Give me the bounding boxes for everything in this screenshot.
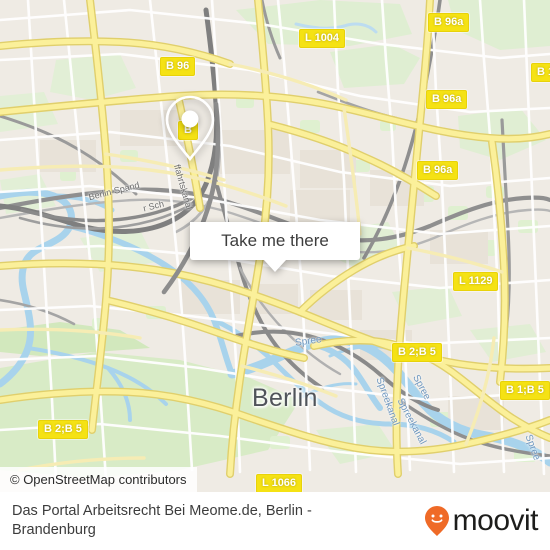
road-shield: L 1066 xyxy=(256,474,303,492)
map-canvas[interactable]: Berlin Spree Spree Spree Spreekanal Spre… xyxy=(0,0,550,492)
map-attribution[interactable]: © OpenStreetMap contributors xyxy=(0,467,197,492)
road-shield: B 96a xyxy=(426,90,468,109)
moovit-wordmark: moovit xyxy=(452,504,539,537)
road-shield: B 1 xyxy=(531,63,550,82)
page-title: Das Portal Arbeitsrecht Bei Meome.de, Be… xyxy=(12,503,312,538)
moovit-pin-smile-icon xyxy=(424,506,449,536)
map-city-label: Berlin xyxy=(252,384,318,412)
moovit-map-screenshot: Berlin Spree Spree Spree Spreekanal Spre… xyxy=(0,0,550,550)
moovit-logo[interactable]: moovit xyxy=(424,504,539,537)
popup-card-header xyxy=(165,95,360,222)
attribution-text: © OpenStreetMap contributors xyxy=(10,472,187,487)
road-shield: L 1129 xyxy=(453,272,499,291)
take-me-there-label: Take me there xyxy=(221,231,329,250)
location-popup-card[interactable]: Take me there xyxy=(165,95,360,272)
road-shield: B 2;B 5 xyxy=(392,343,442,362)
page-footer: Das Portal Arbeitsrecht Bei Meome.de, Be… xyxy=(0,492,550,550)
location-pin-icon xyxy=(165,95,215,162)
road-shield: L 1004 xyxy=(299,29,346,48)
road-shield: B 1;B 5 xyxy=(500,381,550,400)
popup-card-tail xyxy=(264,260,286,272)
road-shield: B 2;B 5 xyxy=(38,420,88,439)
road-shield: B 96 xyxy=(160,57,196,76)
take-me-there-button[interactable]: Take me there xyxy=(190,222,360,260)
road-shield: B 96a xyxy=(428,13,470,32)
road-shield: B 96a xyxy=(417,161,459,180)
